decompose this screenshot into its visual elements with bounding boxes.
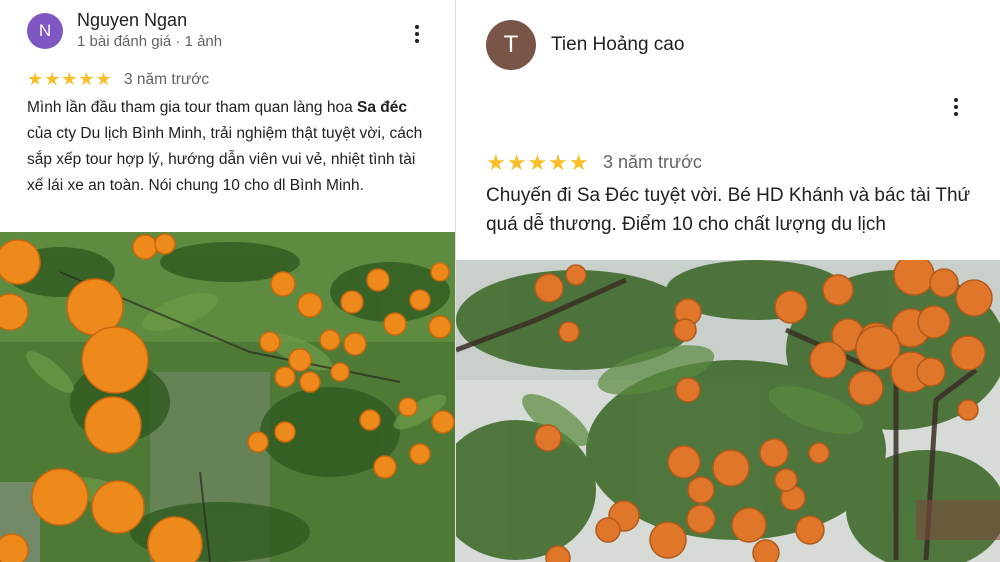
review-text-part: Mình lần đầu tham gia tour tham quan làn…	[27, 99, 358, 116]
review-time: 3 năm trước	[603, 152, 702, 172]
review-photo[interactable]	[0, 232, 455, 562]
review-time: 3 năm trước	[124, 71, 210, 88]
review-text: Mình lần đầu tham gia tour tham quan làn…	[27, 95, 435, 199]
star-rating: ★★★★★	[27, 69, 113, 89]
avatar[interactable]: N	[27, 13, 63, 49]
reviewer-meta: 1 bài đánh giá · 1 ảnh	[77, 33, 223, 50]
orange-tree-photo	[456, 260, 1000, 562]
star-rating: ★★★★★	[486, 150, 590, 175]
review-card-1: N Nguyen Ngan 1 bài đánh giá · 1 ảnh ★★★…	[0, 0, 455, 562]
more-options-icon[interactable]	[949, 95, 963, 119]
reviewer-name[interactable]: Nguyen Ngan	[77, 10, 187, 31]
reviewer-name[interactable]: Tien Hoảng cao	[551, 34, 684, 56]
review-text-bold: Sa đéc	[357, 99, 408, 116]
review-photo[interactable]	[456, 260, 1000, 562]
review-text-part: của cty Du lịch Bình Minh, trải nghiệm t…	[27, 125, 423, 194]
review-text: Chuyến đi Sa Đéc tuyệt vời. Bé HD Khánh …	[486, 185, 971, 235]
avatar[interactable]: T	[486, 20, 536, 70]
review-card-2: T Tien Hoảng cao ★★★★★ 3 năm trước Chuyế…	[456, 0, 1000, 562]
orange-tree-photo	[0, 232, 455, 562]
more-options-icon[interactable]	[410, 22, 424, 46]
